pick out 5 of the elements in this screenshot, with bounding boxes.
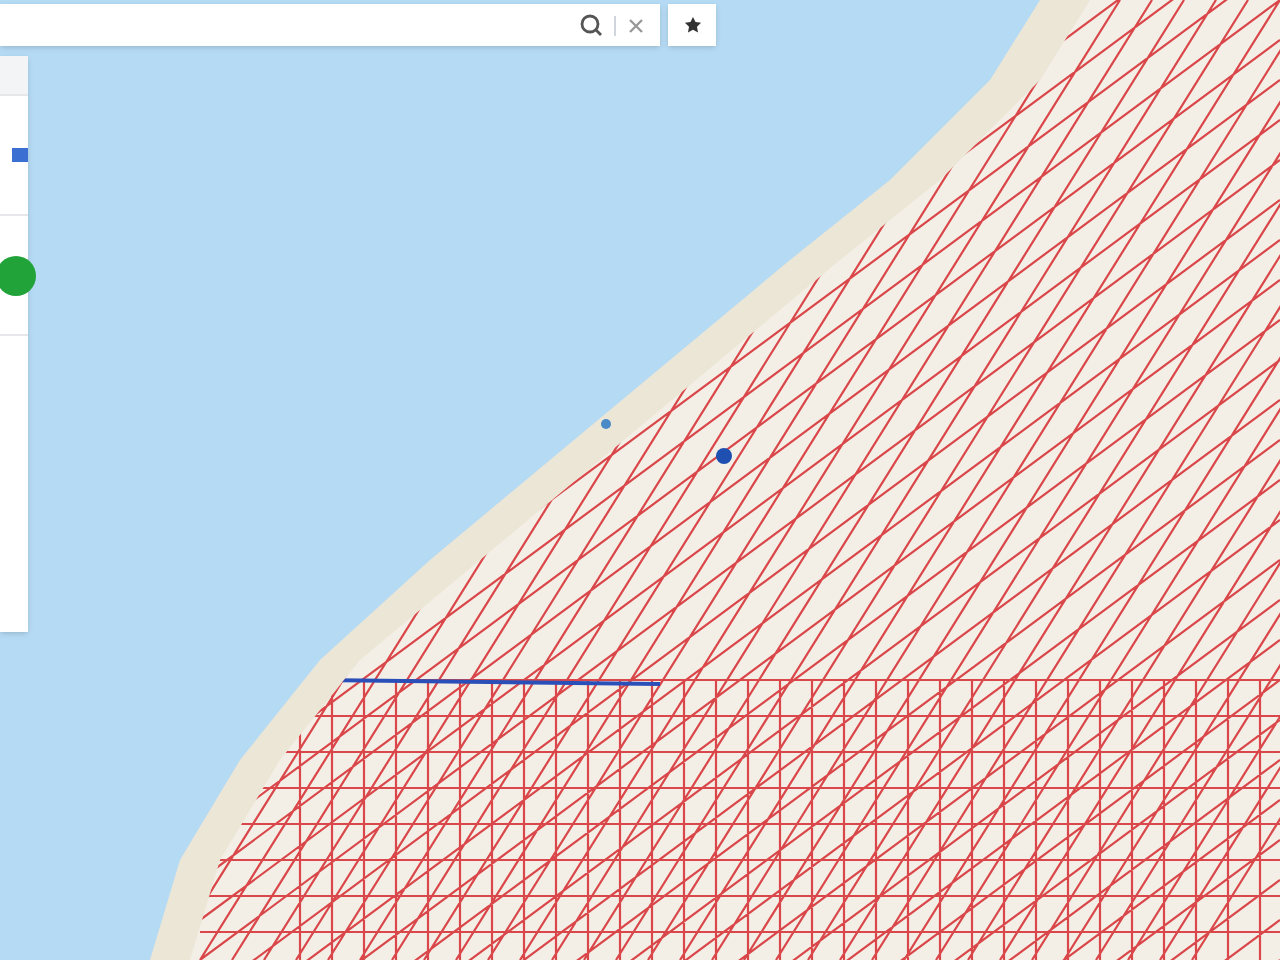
search-icon[interactable] — [580, 14, 602, 36]
search-field[interactable] — [0, 4, 660, 46]
bookmark-button[interactable] — [668, 4, 716, 46]
close-icon[interactable] — [628, 17, 644, 33]
star-icon — [683, 16, 701, 34]
